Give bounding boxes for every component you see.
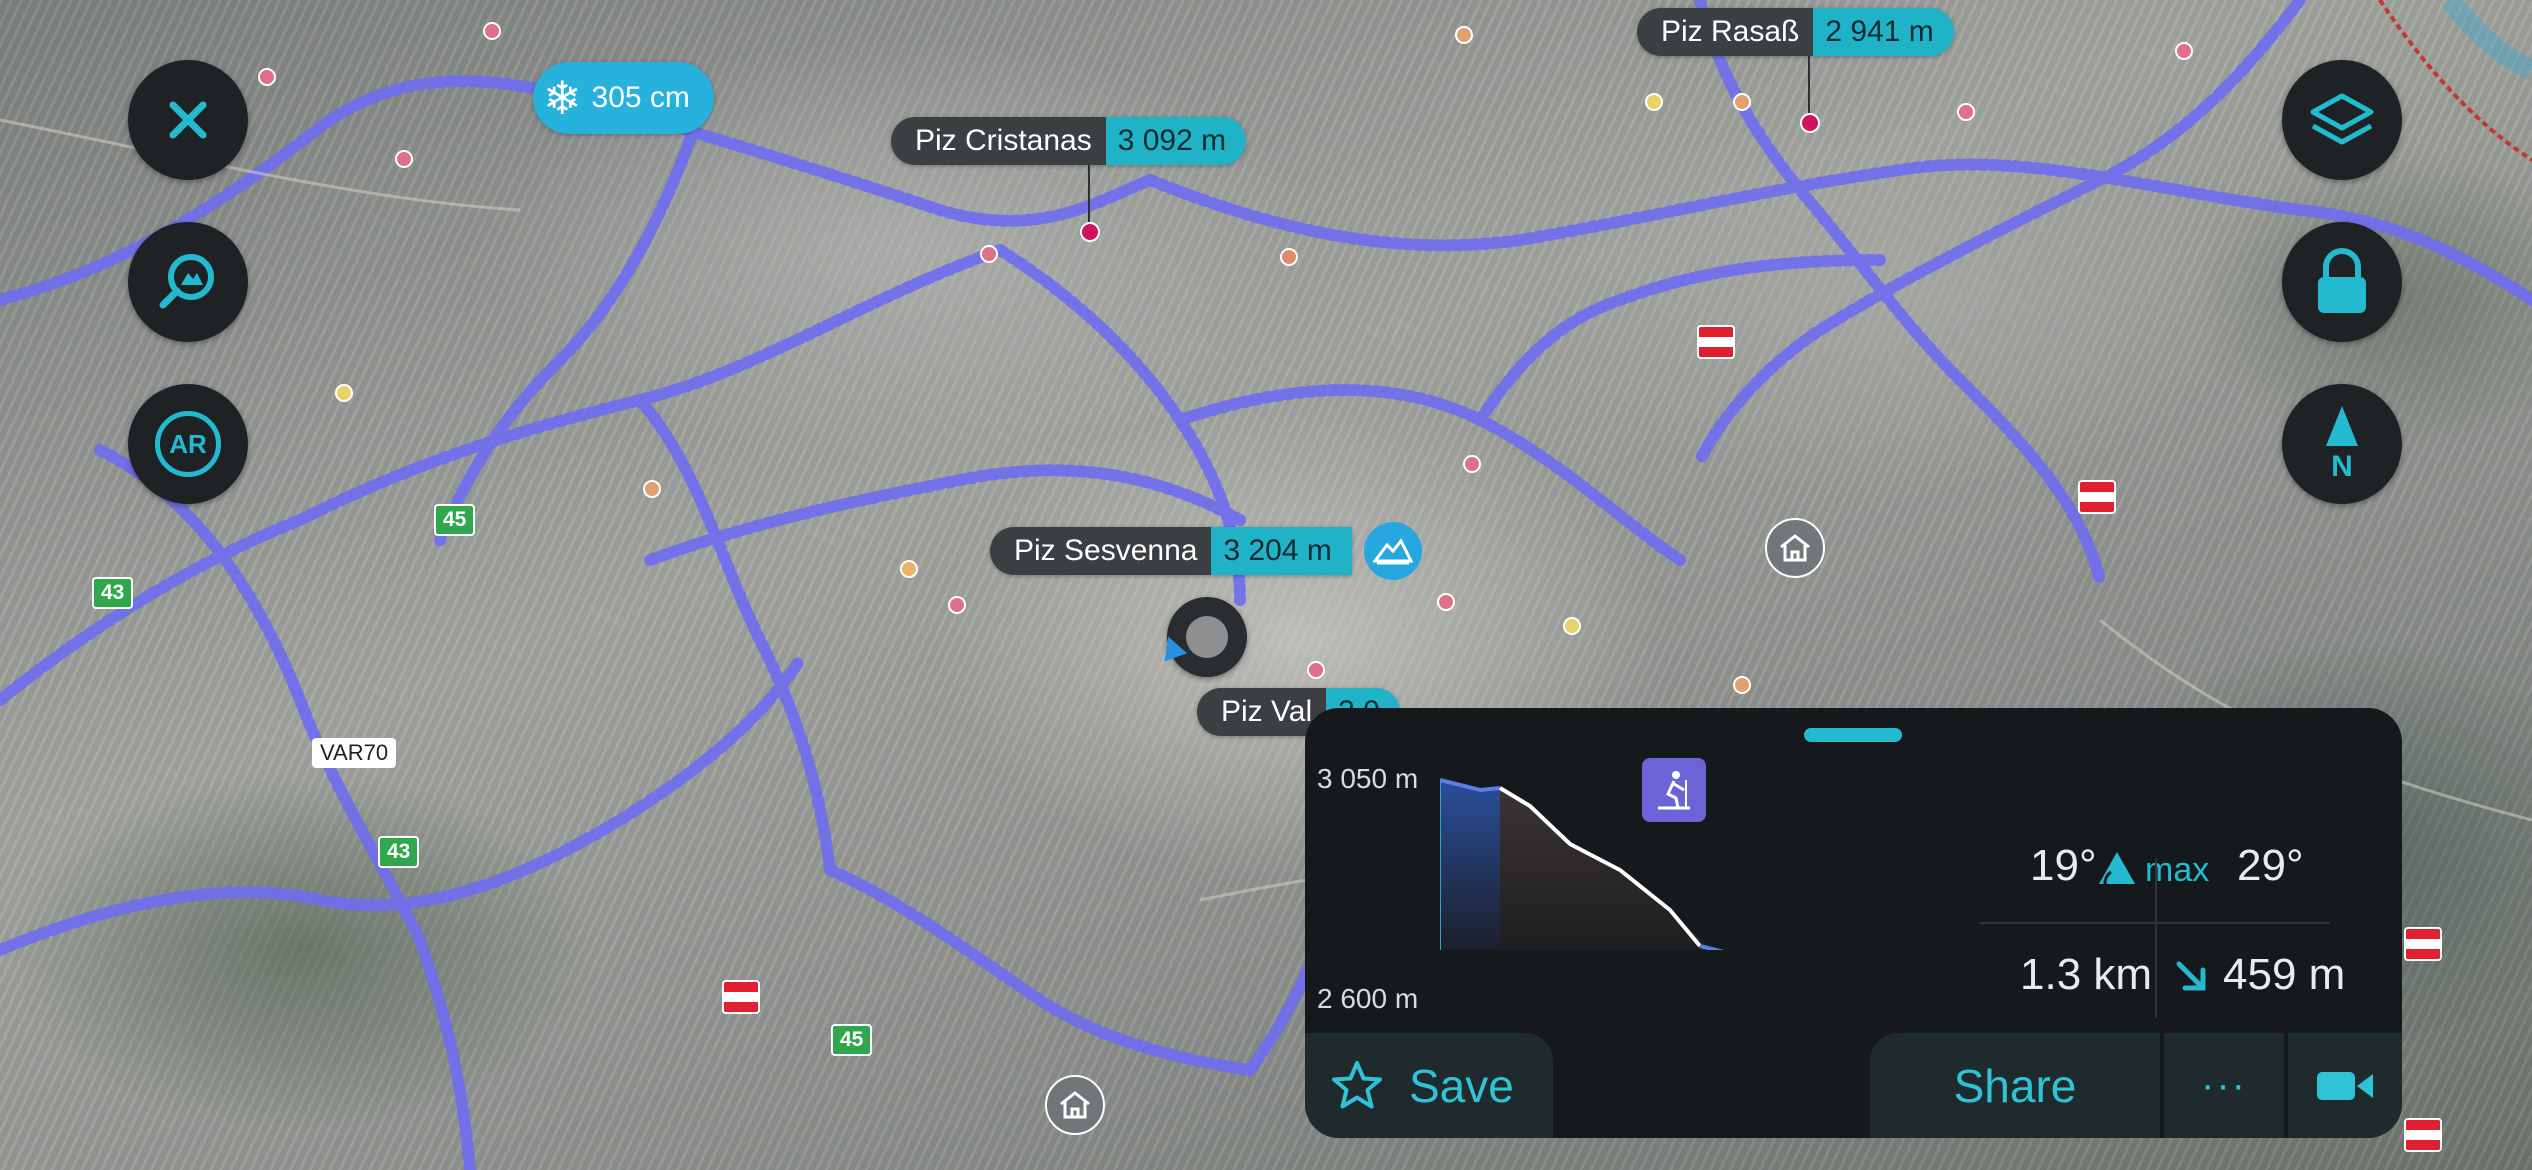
poi-marker[interactable] <box>1733 93 1751 111</box>
poi-marker[interactable] <box>1733 676 1751 694</box>
mountain-hut-icon[interactable] <box>1045 1075 1105 1135</box>
snow-depth-value: 305 cm <box>591 81 690 114</box>
poi-marker[interactable] <box>1437 593 1455 611</box>
peak-stem <box>1808 56 1810 120</box>
stats-divider-vertical <box>2155 858 2157 1018</box>
peak-stem <box>1088 165 1090 223</box>
save-button[interactable]: Save <box>1305 1033 1553 1138</box>
poi-marker[interactable] <box>1307 661 1325 679</box>
route-number-badge: 43 <box>378 836 420 868</box>
profile-min-elevation-label: 2 600 m <box>1317 983 1419 1014</box>
route-number-badge: 45 <box>831 1024 873 1056</box>
search-map-icon <box>159 254 214 309</box>
peak-label-piz-rasass[interactable]: Piz Rasaß 2 941 m <box>1637 8 1954 56</box>
glacier-icon <box>1364 522 1422 580</box>
ar-label: AR <box>169 428 207 459</box>
poi-marker[interactable] <box>258 68 276 86</box>
peak-name: Piz Rasaß <box>1637 8 1814 56</box>
profile-max-elevation-label: 3 050 m <box>1317 763 1419 794</box>
ar-button[interactable]: AR <box>128 384 248 504</box>
poi-marker[interactable] <box>1463 455 1481 473</box>
poi-marker[interactable] <box>2175 42 2193 60</box>
more-options-button[interactable]: ··· <box>2164 1033 2284 1138</box>
poi-marker[interactable] <box>395 150 413 168</box>
ar-icon: AR <box>155 411 221 477</box>
peak-label-piz-cristanas[interactable]: Piz Cristanas 3 092 m <box>891 117 1247 165</box>
route-number-badge: 45 <box>434 504 476 536</box>
peak-elevation: 3 204 m <box>1211 527 1352 575</box>
austria-flag-icon <box>722 980 760 1014</box>
more-options-icon: ··· <box>2201 1063 2247 1107</box>
poi-marker[interactable] <box>980 245 998 263</box>
peak-name: Piz Sesvenna <box>990 527 1212 575</box>
star-icon <box>1332 1060 1382 1108</box>
distance-value: 1.3 km <box>2020 950 2153 999</box>
snow-depth-badge[interactable]: ❄ 305 cm <box>533 62 714 134</box>
compass-north-label: N <box>2331 450 2353 483</box>
poi-marker[interactable] <box>948 596 966 614</box>
lock-button[interactable] <box>2282 222 2402 342</box>
search-map-button[interactable] <box>128 222 248 342</box>
poi-marker[interactable] <box>335 384 353 402</box>
road-number-badge: VAR70 <box>312 738 397 768</box>
route-number-badge: 43 <box>92 577 134 609</box>
close-button[interactable] <box>128 60 248 180</box>
poi-marker[interactable] <box>1645 93 1663 111</box>
peak-elevation: 3 092 m <box>1105 117 1247 165</box>
peak-label-piz-sesvenna[interactable]: Piz Sesvenna 3 204 m <box>990 527 1352 575</box>
slope-icon <box>2099 852 2135 885</box>
descent-value: 459 m <box>2223 950 2346 999</box>
layers-button[interactable] <box>2282 60 2402 180</box>
ski-touring-icon <box>1642 758 1706 822</box>
video-camera-icon <box>2317 1071 2373 1100</box>
layers-icon <box>2310 93 2374 145</box>
peak-marker[interactable] <box>1080 222 1100 242</box>
austria-flag-icon <box>1697 325 1735 359</box>
poi-marker[interactable] <box>1563 617 1581 635</box>
share-button[interactable]: Share <box>1870 1033 2160 1138</box>
austria-flag-icon <box>2404 1118 2442 1152</box>
lock-icon <box>2318 248 2366 313</box>
route-detail-panel[interactable]: 3 050 m 2 600 m 19° max 29° 1.3 km 459 m <box>1305 708 2402 1138</box>
peak-name: Piz Cristanas <box>891 117 1106 165</box>
save-label: Save <box>1409 1059 1514 1112</box>
close-icon <box>169 101 207 139</box>
panel-drag-handle[interactable] <box>1804 728 1902 742</box>
poi-marker[interactable] <box>483 22 501 40</box>
compass-button[interactable]: N <box>2282 384 2402 504</box>
current-slope-value: 19° <box>2030 841 2097 890</box>
poi-marker[interactable] <box>900 560 918 578</box>
austria-flag-icon <box>2078 480 2116 514</box>
snowflake-icon: ❄ <box>543 72 582 124</box>
compass-icon <box>2326 406 2358 446</box>
austria-flag-icon <box>2404 927 2442 961</box>
poi-marker[interactable] <box>1455 26 1473 44</box>
descent-arrow-icon <box>2176 961 2206 991</box>
poi-marker[interactable] <box>1280 248 1298 266</box>
peak-elevation: 2 941 m <box>1813 8 1954 56</box>
poi-marker[interactable] <box>643 480 661 498</box>
share-label: Share <box>1953 1059 2077 1112</box>
mountain-hut-icon[interactable] <box>1765 518 1825 578</box>
poi-marker[interactable] <box>1957 103 1975 121</box>
peak-marker[interactable] <box>1800 113 1820 133</box>
video-flyover-button[interactable] <box>2288 1033 2402 1138</box>
max-slope-value: 29° <box>2237 841 2304 890</box>
